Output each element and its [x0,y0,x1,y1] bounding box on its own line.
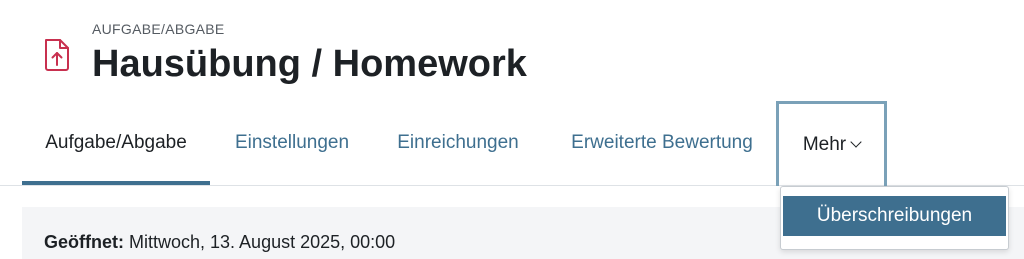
tab-einstellungen[interactable]: Einstellungen [214,100,370,186]
opened-date: Geöffnet: Mittwoch, 13. August 2025, 00:… [44,232,395,253]
opened-value: Mittwoch, 13. August 2025, 00:00 [124,232,396,252]
tab-einreichungen[interactable]: Einreichungen [374,100,542,186]
more-tab-label: Mehr [802,134,847,155]
page-header: AUFGABE/ABGABE Hausübung / Homework [0,0,1024,100]
menu-item-ueberschreibungen[interactable]: Überschreibungen [783,196,1006,236]
more-dropdown-menu: Überschreibungen [780,186,1009,250]
assignment-upload-icon [42,38,72,72]
page-title: Hausübung / Homework [92,43,527,85]
activity-type-label: AUFGABE/ABGABE [92,21,225,37]
tab-erweiterte-bewertung[interactable]: Erweiterte Bewertung [548,100,776,186]
chevron-down-icon [850,136,862,148]
active-tab-indicator [22,181,210,185]
tab-aufgabe-abgabe[interactable]: Aufgabe/Abgabe [22,100,210,186]
opened-label: Geöffnet: [44,232,124,252]
tab-more-button[interactable]: Mehr [776,101,887,186]
